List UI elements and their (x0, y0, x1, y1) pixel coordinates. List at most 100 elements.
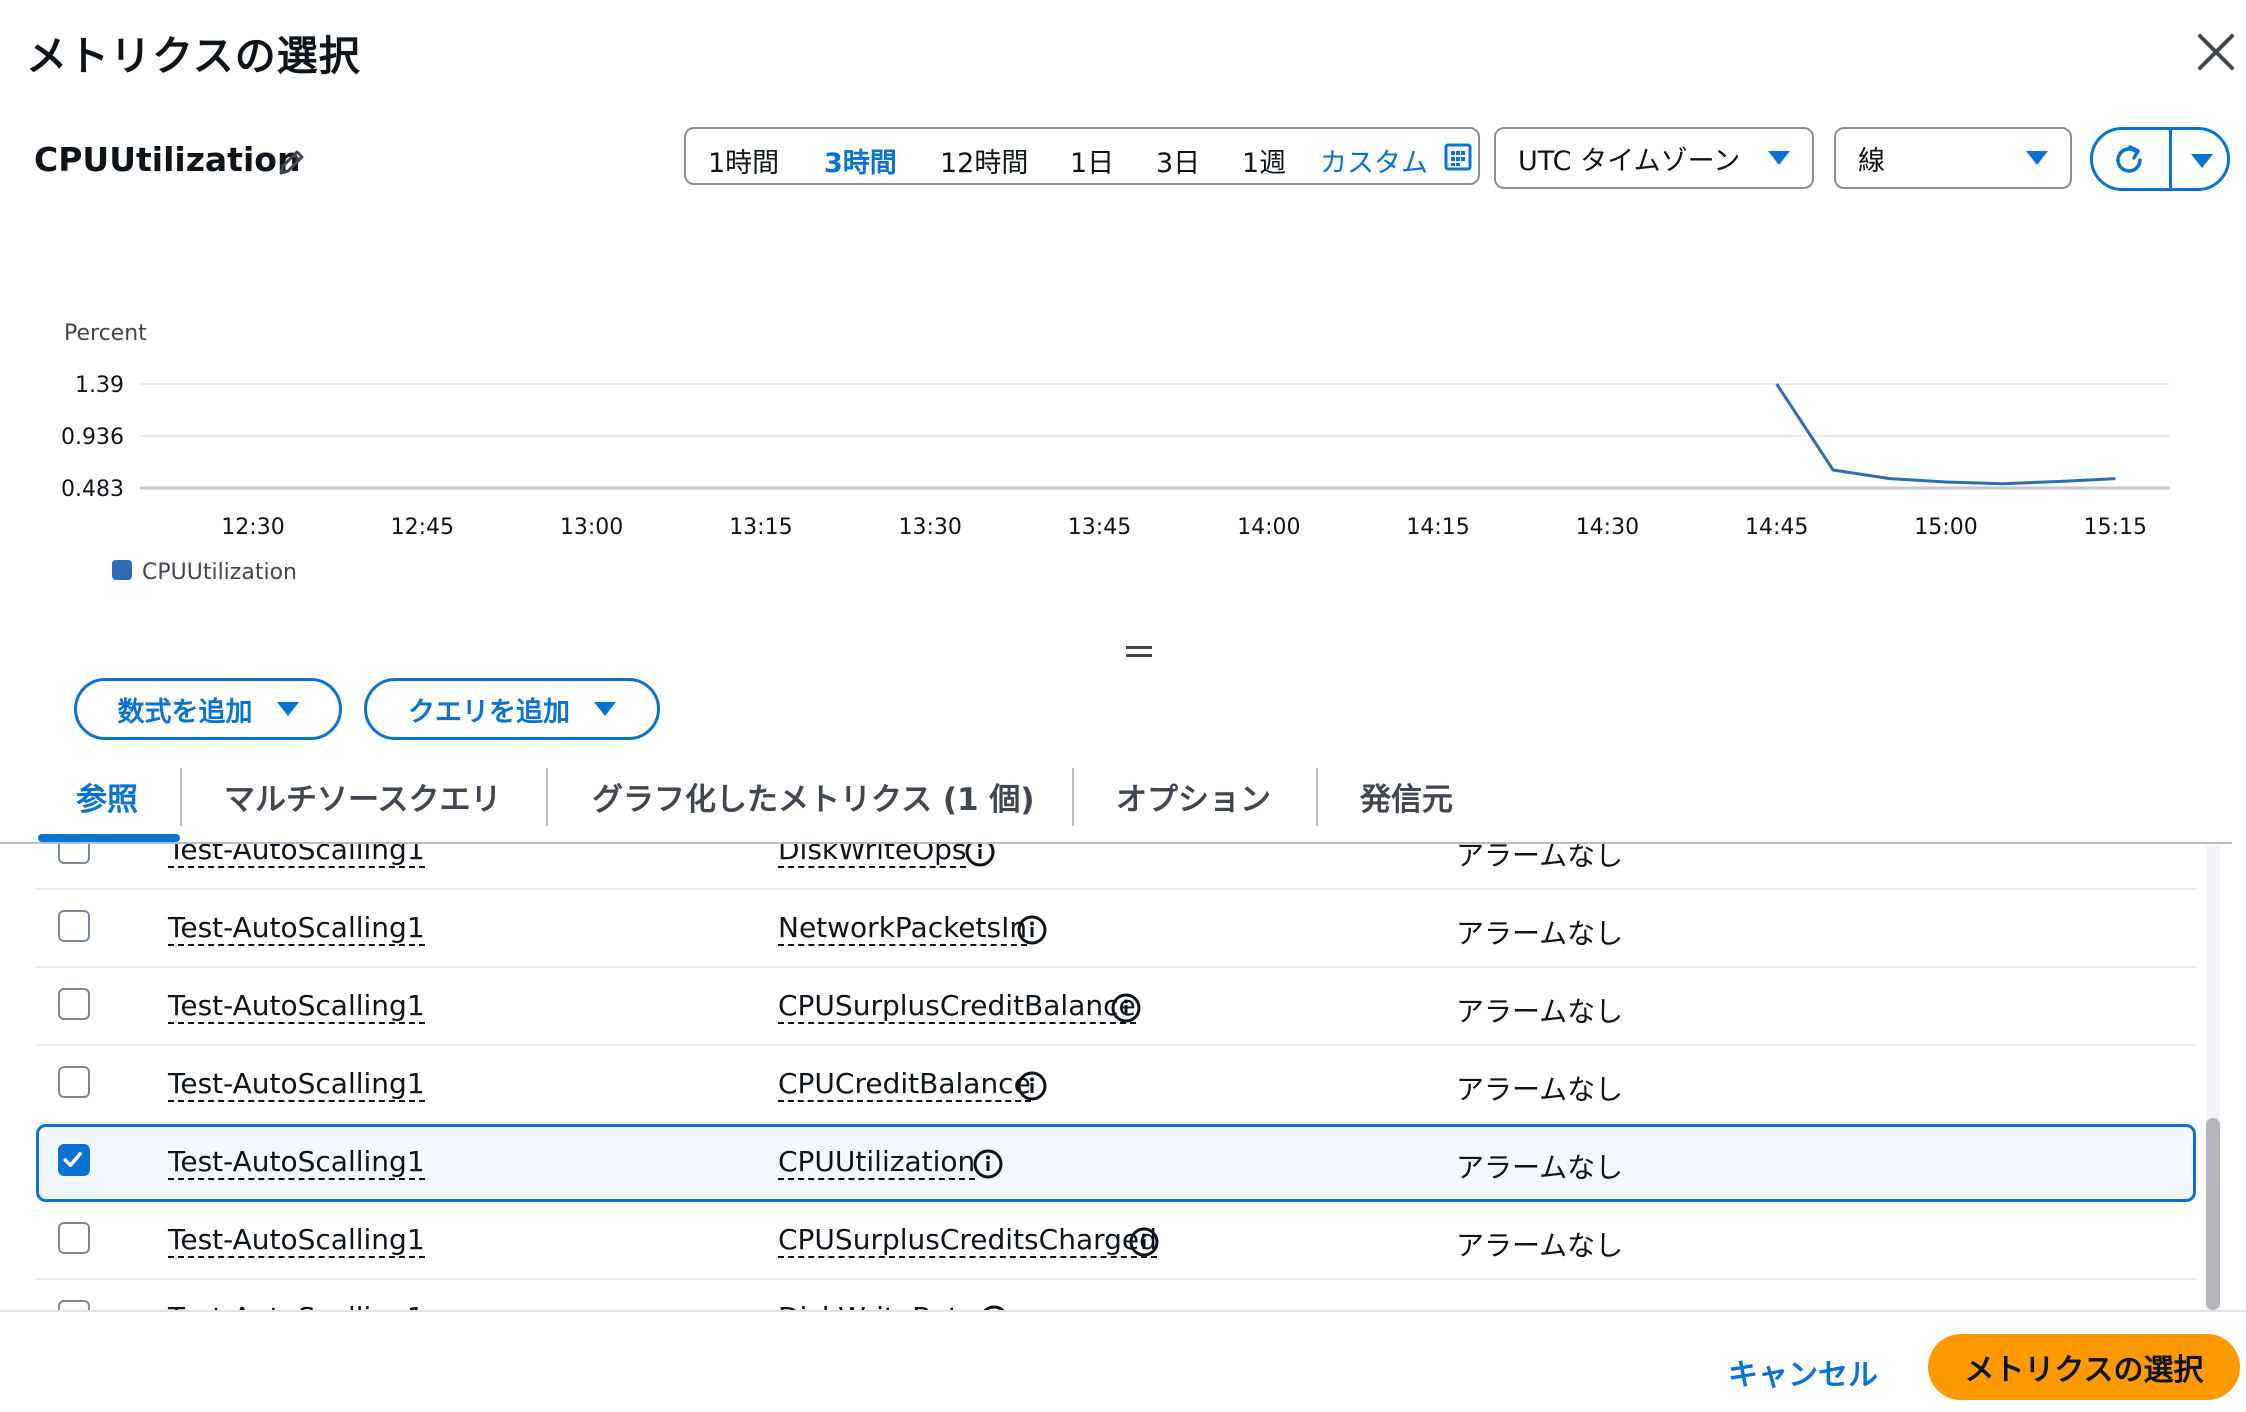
tab-options[interactable]: オプション (1116, 774, 1271, 819)
resource-link[interactable]: Test-AutoScalling1 (168, 990, 425, 1024)
metric-name-link[interactable]: CPUSurplusCreditsCharged (778, 1224, 1157, 1258)
table-row[interactable]: Test-AutoScalling1 CPUUtilization アラームなし (36, 1124, 2196, 1202)
alarm-status: アラームなし (1456, 1073, 1624, 1106)
timezone-select[interactable]: UTC タイムゾーン (1494, 127, 1814, 189)
scrollbar-thumb[interactable] (2206, 1118, 2220, 1310)
timezone-select-value: UTC タイムゾーン (1518, 145, 1741, 177)
tab-browse[interactable]: 参照 (76, 774, 138, 819)
metric-name-link[interactable]: DiskWriteBytes (778, 1302, 991, 1311)
tab-bar: 参照 マルチソースクエリ グラフ化したメトリクス (1 個) オプション 発信元 (0, 760, 2246, 844)
metric-name-link[interactable]: DiskWriteOps (778, 844, 967, 868)
x-tick-label: 14:00 (1237, 515, 1300, 540)
metric-chart: Percent 1.39 0.936 0.483 12:30 12:45 13:00 13:1… (61, 321, 2170, 585)
time-range-option[interactable]: 3時間 (824, 141, 897, 180)
resize-handle-icon[interactable] (1126, 644, 1152, 660)
y-tick-label: 1.39 (75, 373, 124, 398)
alarm-status: アラームなし (1456, 844, 1624, 872)
tab-source[interactable]: 発信元 (1360, 774, 1453, 819)
tab-divider (1316, 768, 1318, 826)
table-row[interactable]: Test-AutoScalling1 CPUSurplusCreditsCharg… (36, 1202, 2196, 1280)
x-tick-label: 14:15 (1406, 515, 1469, 540)
dialog-title: メトリクスの選択 (26, 32, 361, 80)
row-checkbox[interactable] (58, 1300, 90, 1310)
metric-name-link[interactable]: CPUSurplusCreditBalance (778, 990, 1136, 1024)
x-tick-label: 15:15 (2084, 515, 2147, 540)
x-tick-label: 13:00 (560, 515, 623, 540)
caret-down-icon (276, 702, 299, 716)
add-math-label: 数式を追加 (117, 696, 253, 728)
cancel-button[interactable]: キャンセル (1728, 1350, 1878, 1394)
resource-link[interactable]: Test-AutoScalling1 (168, 1068, 425, 1102)
info-icon[interactable] (972, 1148, 1004, 1180)
select-metrics-button[interactable]: メトリクスの選択 (1928, 1334, 2240, 1400)
time-range-option[interactable]: 3日 (1156, 141, 1200, 180)
y-tick-label: 0.483 (61, 477, 124, 502)
caret-down-icon (594, 702, 616, 716)
metrics-table: Test-AutoScalling1 DiskWriteOps アラームなし Test… (36, 844, 2196, 1310)
tab-graphed-metrics[interactable]: グラフ化したメトリクス (1 個) (592, 774, 1035, 819)
info-icon[interactable] (1110, 992, 1142, 1024)
series-line (1775, 383, 2116, 486)
table-row[interactable]: Test-AutoScalling1 CPUCreditBalance アラームなし (36, 1046, 2196, 1124)
refresh-button[interactable] (2093, 130, 2172, 188)
footer-divider (0, 1310, 2246, 1312)
y-tick-label: 0.936 (61, 425, 124, 450)
resource-link[interactable]: Test-AutoScalling1 (168, 1302, 425, 1311)
time-range-option[interactable]: 1日 (1070, 141, 1114, 180)
alarm-status: アラームなし (1456, 917, 1624, 950)
caret-down-icon (1768, 151, 1790, 165)
alarm-status: アラームなし (1456, 1151, 1624, 1184)
alarm-status: アラームなし (1456, 995, 1624, 1028)
add-query-button[interactable]: クエリを追加 (364, 678, 660, 740)
metric-name-link[interactable]: CPUUtilization (778, 1146, 976, 1180)
refresh-icon (2116, 145, 2142, 173)
metric-name-link[interactable]: CPUCreditBalance (778, 1068, 1031, 1102)
table-row[interactable]: Test-AutoScalling1 NetworkPacketsIn アラームなし (36, 890, 2196, 968)
alarm-status: アラームなし (1456, 1229, 1624, 1262)
info-icon[interactable] (964, 844, 996, 868)
calendar-icon[interactable] (1444, 143, 1472, 171)
pencil-icon[interactable] (274, 146, 308, 180)
resource-link[interactable]: Test-AutoScalling1 (168, 1146, 425, 1180)
row-checkbox[interactable] (58, 844, 90, 864)
time-range-option[interactable]: 1時間 (708, 141, 779, 180)
row-checkbox[interactable] (58, 910, 90, 942)
refresh-button-group (2090, 127, 2230, 191)
tab-multi-source-query[interactable]: マルチソースクエリ (224, 774, 501, 819)
row-checkbox[interactable] (58, 1222, 90, 1254)
time-range-custom[interactable]: カスタム (1320, 141, 1428, 180)
row-checkbox[interactable] (58, 1144, 90, 1176)
x-tick-label: 12:30 (221, 515, 284, 540)
table-row[interactable]: Test-AutoScalling1 DiskWriteBytes アラームなし (36, 1280, 2196, 1310)
time-range-selector: 1時間 3時間 12時間 1日 3日 1週 カスタム (684, 127, 1480, 185)
metric-name-link[interactable]: NetworkPacketsIn (778, 912, 1028, 946)
info-icon[interactable] (1128, 1226, 1160, 1258)
active-tab-indicator (38, 834, 180, 842)
x-tick-label: 14:30 (1576, 515, 1639, 540)
alarm-status: アラームなし (1456, 1302, 1623, 1310)
x-tick-label: 15:00 (1914, 515, 1977, 540)
tab-divider (546, 768, 548, 826)
time-range-option[interactable]: 12時間 (940, 141, 1028, 180)
resource-link[interactable]: Test-AutoScalling1 (168, 1224, 425, 1258)
x-tick-label: 13:15 (729, 515, 792, 540)
chart-type-select-value: 線 (1858, 145, 1885, 177)
table-row[interactable]: Test-AutoScalling1 DiskWriteOps アラームなし (36, 844, 2196, 890)
chart-type-select[interactable]: 線 (1834, 127, 2072, 189)
row-checkbox[interactable] (58, 1066, 90, 1098)
info-icon[interactable] (1016, 914, 1048, 946)
metric-title: CPUUtilization (34, 140, 301, 179)
add-math-button[interactable]: 数式を追加 (74, 678, 342, 740)
time-range-option[interactable]: 1週 (1242, 141, 1286, 180)
resource-link[interactable]: Test-AutoScalling1 (168, 912, 425, 946)
refresh-options-button[interactable] (2172, 130, 2227, 188)
add-query-label: クエリを追加 (408, 696, 570, 728)
legend-swatch (112, 560, 132, 580)
caret-down-icon (2026, 151, 2048, 165)
info-icon[interactable] (1016, 1070, 1048, 1102)
tab-divider (1072, 768, 1074, 826)
close-icon[interactable] (2194, 30, 2238, 74)
table-row[interactable]: Test-AutoScalling1 CPUSurplusCreditBalanc… (36, 968, 2196, 1046)
row-checkbox[interactable] (58, 988, 90, 1020)
resource-link[interactable]: Test-AutoScalling1 (168, 844, 425, 868)
